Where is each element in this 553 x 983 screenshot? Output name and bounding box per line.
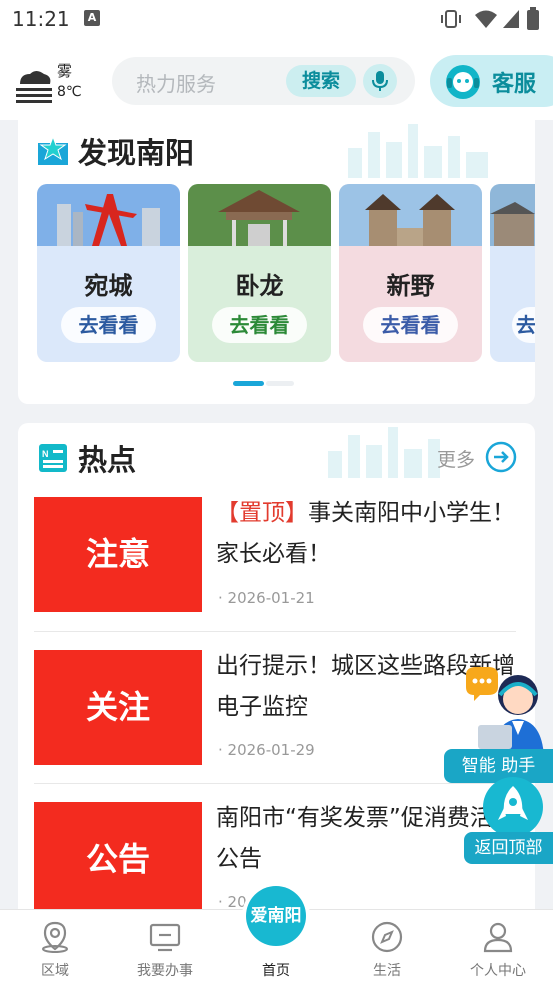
- fog-icon: [16, 71, 52, 103]
- assistant-avatar-icon: [466, 667, 544, 757]
- person-icon: [483, 922, 513, 953]
- location-pin-icon: [42, 921, 68, 953]
- tab-label: 首页: [262, 963, 290, 979]
- news-date: · 2026-01-21: [218, 589, 315, 607]
- news-thumbnail[interactable]: 注意: [34, 497, 202, 612]
- signal-icon: [503, 10, 519, 28]
- tab-label: 生活: [373, 963, 401, 979]
- arrow-right-circle-icon[interactable]: [485, 441, 517, 473]
- battery-icon: [527, 7, 539, 30]
- compass-icon: [371, 921, 403, 953]
- weather-condition: 雾: [57, 62, 73, 80]
- home-logo-icon: 爱南阳: [246, 886, 306, 946]
- monitor-icon: [149, 923, 181, 952]
- tab-label: 我要办事: [137, 963, 193, 979]
- rocket-icon: [483, 777, 543, 837]
- city-photo: [490, 184, 535, 246]
- discover-title: 发现南阳: [78, 136, 195, 170]
- weather-widget[interactable]: 雾 8℃: [14, 58, 94, 108]
- carousel-indicator-active: [233, 381, 264, 386]
- city-photo: [37, 184, 180, 246]
- smart-assistant-button[interactable]: 智能 助手: [444, 665, 553, 783]
- customer-service-button[interactable]: 客服: [430, 55, 553, 107]
- go-see-button[interactable]: 去看看: [212, 307, 307, 343]
- city-card-wolong[interactable]: 卧龙 去看看: [188, 184, 331, 362]
- search-button[interactable]: 搜索: [286, 65, 356, 97]
- city-photo: [339, 184, 482, 246]
- discover-star-icon: [38, 135, 68, 165]
- tab-home[interactable]: 爱南阳 首页: [221, 882, 331, 983]
- city-card-xinye[interactable]: 新野 去看看: [339, 184, 482, 362]
- weather-temp: 8℃: [57, 84, 82, 100]
- wifi-icon: [475, 10, 497, 28]
- go-see-button[interactable]: 去看看: [363, 307, 458, 343]
- tab-region[interactable]: 区域: [0, 910, 110, 983]
- customer-service-label: 客服: [492, 72, 537, 97]
- status-time: 11:21: [12, 7, 70, 31]
- go-see-button[interactable]: 去看看: [61, 307, 156, 343]
- city-card-wancheng[interactable]: 宛城 去看看: [37, 184, 180, 362]
- city-photo: [188, 184, 331, 246]
- city-name: 宛城: [84, 272, 133, 300]
- back-to-top-button[interactable]: 返回顶部: [464, 776, 553, 864]
- carousel-indicator: [266, 381, 294, 386]
- svg-text:N: N: [42, 449, 49, 459]
- microphone-icon: [372, 71, 388, 91]
- city-name: 卧龙: [235, 272, 284, 300]
- hot-title: 热点: [78, 443, 137, 477]
- pinned-tag: 【置顶】: [216, 500, 308, 526]
- search-input[interactable]: 热力服务: [136, 68, 216, 97]
- news-thumbnail[interactable]: 公告: [34, 802, 202, 912]
- tab-services[interactable]: 我要办事: [110, 910, 220, 983]
- tab-label: 区域: [41, 963, 69, 979]
- city-card-partial[interactable]: 去: [490, 184, 535, 362]
- go-see-button[interactable]: 去: [512, 307, 535, 343]
- vibrate-icon: [441, 10, 461, 28]
- tab-life[interactable]: 生活: [332, 910, 442, 983]
- back-to-top-label: 返回顶部: [464, 832, 553, 864]
- top-bar: 雾 8℃ 热力服务 搜索 客服: [0, 38, 553, 120]
- divider: [34, 783, 516, 784]
- divider: [34, 631, 516, 632]
- search-box[interactable]: 热力服务 搜索: [112, 57, 415, 105]
- bottom-tab-bar: 区域 我要办事 爱南阳 首页 生活 个人中心: [0, 882, 553, 983]
- tab-profile[interactable]: 个人中心: [443, 910, 553, 983]
- notification-icon: A: [84, 10, 100, 26]
- city-skyline-decoration: [348, 124, 488, 178]
- news-thumbnail[interactable]: 关注: [34, 650, 202, 765]
- status-bar: 11:21 A: [0, 0, 553, 38]
- more-link[interactable]: 更多: [437, 445, 475, 472]
- voice-search-button[interactable]: [363, 64, 397, 98]
- headset-icon: [446, 65, 480, 99]
- news-date: · 2026-01-29: [218, 741, 315, 759]
- tab-label: 个人中心: [470, 963, 526, 979]
- news-icon: N: [39, 444, 67, 472]
- news-title[interactable]: 【置顶】事关南阳中小学生！家长必看！: [216, 493, 516, 575]
- city-name: 新野: [386, 272, 435, 300]
